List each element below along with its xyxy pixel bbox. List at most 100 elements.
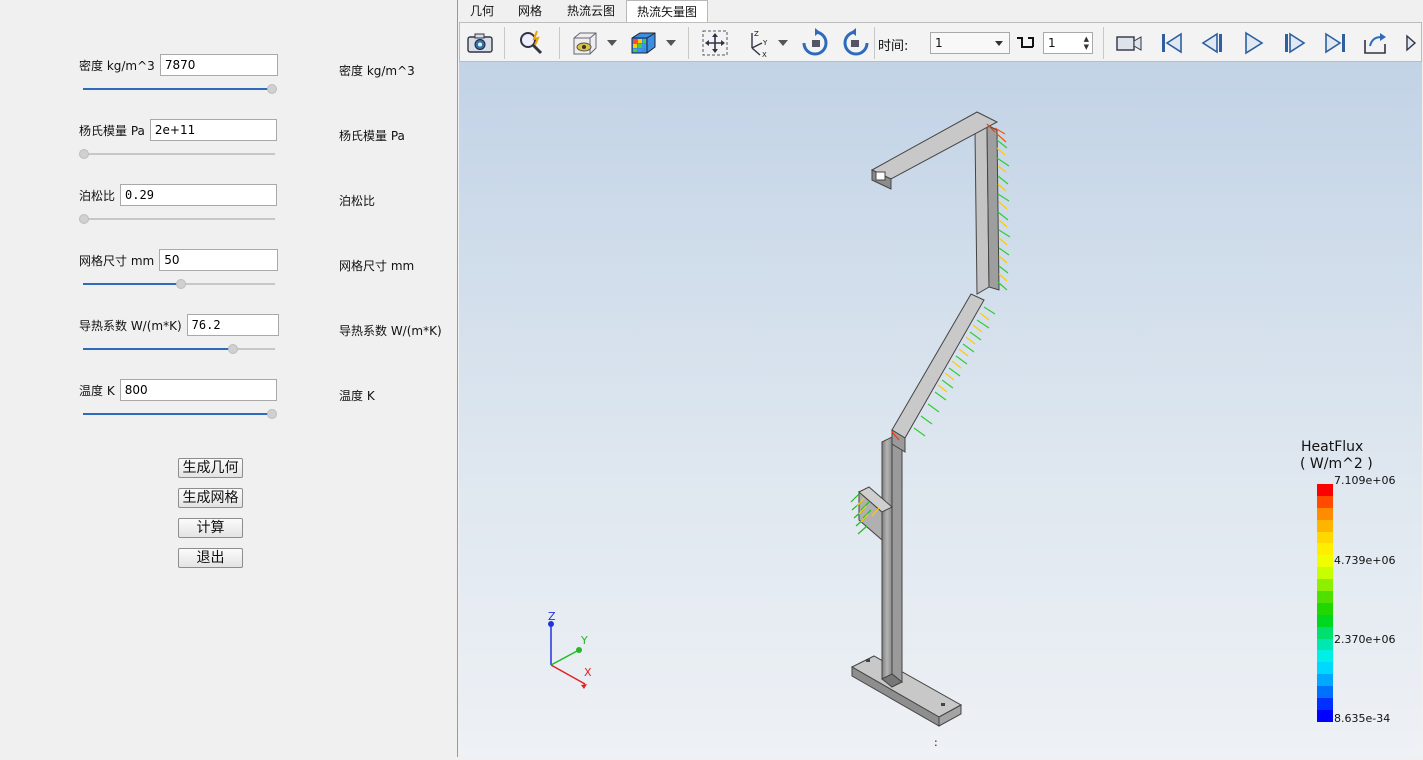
first-frame-icon[interactable] (1157, 28, 1187, 58)
tab-heatflux-contour[interactable]: 热流云图 (558, 0, 624, 22)
svg-text:X: X (762, 51, 767, 58)
param-row-density: 密度 kg/m^3 (79, 53, 278, 77)
tab-mesh[interactable]: 网格 (510, 0, 550, 22)
colorbar-segment (1317, 709, 1333, 722)
youngs-modulus-input[interactable] (149, 119, 277, 141)
colorbar-segment (1317, 519, 1333, 532)
tab-heatflux-vector[interactable]: 热流矢量图 (626, 0, 708, 22)
zoom-magic-icon[interactable] (516, 28, 546, 58)
colorbar-tick-min: 8.635e-34 (1334, 712, 1391, 725)
base-plate (850, 655, 963, 727)
colorbar-segment (1317, 579, 1333, 592)
colorbar-tick-mid: 2.370e+06 (1334, 633, 1396, 646)
density-input[interactable] (159, 54, 278, 76)
heatflux-vector-render: Z Y X : (548, 111, 1011, 749)
vertical-post (881, 436, 903, 688)
slider-handle[interactable] (267, 84, 277, 94)
slider-handle[interactable] (267, 409, 277, 419)
colorbar-segment (1317, 698, 1333, 710)
conductivity-label: 导热系数 W/(m*K) (79, 318, 182, 333)
exit-button[interactable]: 退出 (178, 548, 243, 568)
density-label: 密度 kg/m^3 (79, 58, 155, 73)
density-echo: 密度 kg/m^3 (339, 64, 415, 78)
slider-handle[interactable] (79, 214, 89, 224)
chevron-down-icon[interactable] (778, 40, 788, 46)
tab-geometry[interactable]: 几何 (462, 0, 502, 22)
prev-frame-icon[interactable] (1197, 28, 1227, 58)
rotate-cw-icon[interactable] (800, 28, 830, 58)
temperature-slider[interactable] (83, 408, 277, 420)
colorbar-segment (1317, 674, 1333, 687)
slider-handle[interactable] (176, 279, 186, 289)
record-icon[interactable] (1114, 28, 1144, 58)
time-value: 1 (935, 36, 943, 50)
colorbar-title: HeatFlux (1301, 439, 1364, 455)
cursor-marker: : (934, 736, 938, 749)
time-select[interactable]: 1 (930, 32, 1010, 54)
colorbar-segment (1317, 686, 1333, 699)
poisson-slider[interactable] (79, 213, 275, 225)
step-icon (1016, 35, 1034, 49)
colorbar-segment (1317, 626, 1333, 639)
rotate-ccw-icon[interactable] (841, 28, 871, 58)
colorbar-segment (1317, 531, 1333, 544)
svg-text:Z: Z (754, 30, 759, 38)
generate-geometry-button[interactable]: 生成几何 (178, 458, 243, 478)
fit-view-icon[interactable] (700, 28, 730, 58)
spin-arrows-icon[interactable]: ▲ ▼ (1084, 35, 1089, 51)
colorbar-segment (1317, 567, 1333, 580)
poisson-echo: 泊松比 (339, 194, 376, 208)
youngs-modulus-slider[interactable] (79, 148, 275, 160)
render-viewport[interactable]: Z Y X : HeatFlux ( W/m^2 ) 7.109e+06 4.7… (459, 62, 1422, 757)
axes-triad (548, 621, 587, 689)
upper-column (974, 124, 1000, 295)
slider-handle[interactable] (228, 344, 238, 354)
param-row-youngs-modulus: 杨氏模量 Pa (79, 118, 277, 142)
conductivity-input[interactable] (186, 314, 279, 336)
youngs-modulus-label: 杨氏模量 Pa (79, 123, 145, 138)
conductivity-slider[interactable] (83, 343, 275, 355)
colorbar-segment (1317, 591, 1333, 603)
colorbar (1317, 484, 1333, 722)
chevron-down-icon[interactable] (607, 40, 617, 46)
colorbar-tick-high: 4.739e+06 (1334, 554, 1396, 567)
poisson-input[interactable] (120, 184, 278, 206)
box-visibility-icon[interactable] (570, 28, 600, 58)
axis-z-label: Z (548, 610, 556, 623)
cube-color-icon[interactable] (628, 28, 658, 58)
export-icon[interactable] (1360, 28, 1390, 58)
mesh-size-slider[interactable] (83, 278, 275, 290)
chevron-down-icon[interactable] (666, 40, 676, 46)
param-row-conductivity: 导热系数 W/(m*K) (79, 313, 279, 337)
camera-icon[interactable] (465, 28, 495, 58)
colorbar-units: ( W/m^2 ) (1300, 456, 1373, 472)
colorbar-segment (1317, 614, 1333, 627)
colorbar-tick-max: 7.109e+06 (1334, 474, 1396, 487)
result-viewer: 几何 网格 热流云图 热流矢量图 ZYX 时间: 1 1 ▲ ▼ Z Y X:… (457, 0, 1423, 757)
play-icon[interactable] (1238, 28, 1268, 58)
colorbar-segment (1317, 507, 1333, 520)
axes-icon[interactable]: ZYX (742, 28, 772, 59)
last-frame-icon[interactable] (1320, 28, 1350, 58)
mesh-size-echo: 网格尺寸 mm (339, 259, 415, 273)
param-row-poisson: 泊松比 (79, 183, 278, 207)
view-tabs: 几何 网格 热流云图 热流矢量图 (458, 0, 1423, 22)
param-row-mesh-size: 网格尺寸 mm (79, 248, 279, 272)
mesh-size-label: 网格尺寸 mm (79, 253, 155, 268)
temperature-input[interactable] (119, 379, 277, 401)
toolbar-overflow-icon[interactable] (1404, 33, 1418, 53)
mesh-size-input[interactable] (159, 249, 279, 271)
generate-mesh-button[interactable]: 生成网格 (178, 488, 243, 508)
next-frame-icon[interactable] (1280, 28, 1310, 58)
density-slider[interactable] (83, 83, 277, 95)
youngs-modulus-echo: 杨氏模量 Pa (339, 129, 405, 143)
param-row-temperature: 温度 K (79, 378, 277, 402)
colorbar-segment (1317, 602, 1333, 615)
colorbar-segment (1317, 555, 1333, 568)
slider-handle[interactable] (79, 149, 89, 159)
compute-button[interactable]: 计算 (178, 518, 243, 538)
colorbar-segment (1317, 638, 1333, 651)
step-spinbox[interactable]: 1 ▲ ▼ (1043, 32, 1093, 54)
axis-y-label: Y (580, 634, 588, 647)
colorbar-segment (1317, 495, 1333, 508)
